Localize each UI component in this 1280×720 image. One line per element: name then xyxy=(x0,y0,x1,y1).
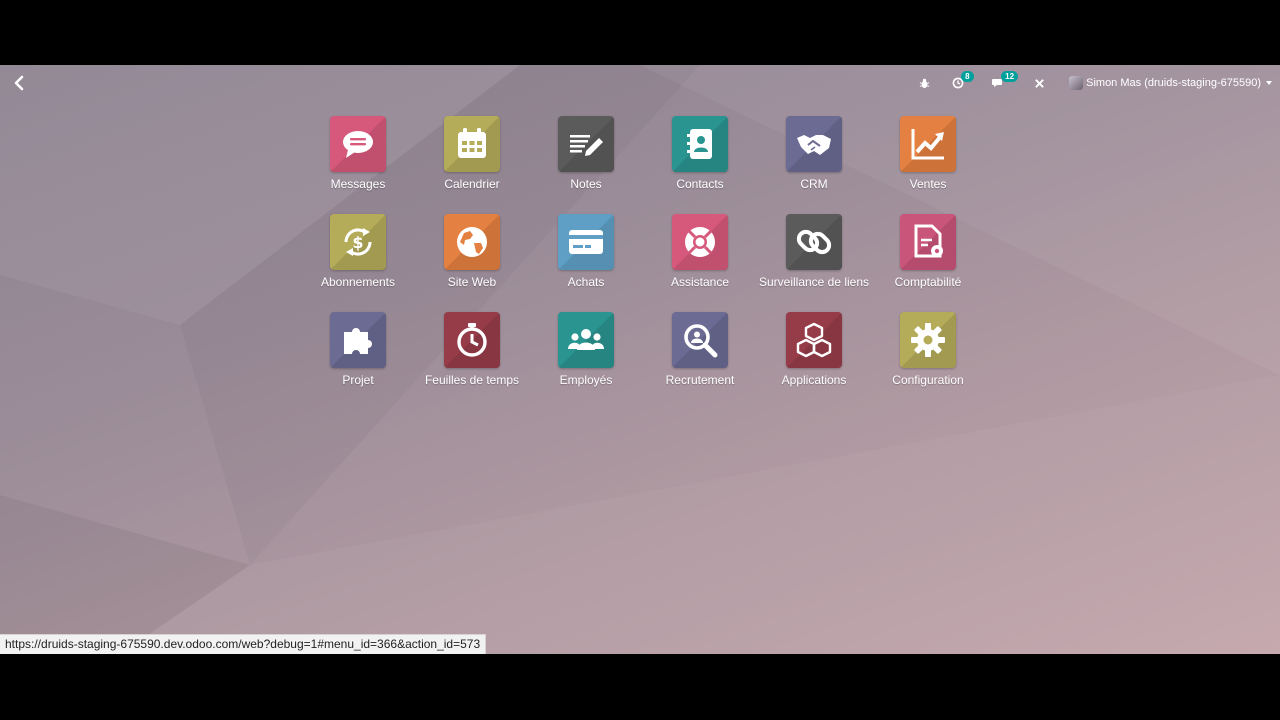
app-tile xyxy=(786,312,842,368)
app-tile xyxy=(672,116,728,172)
app-achats[interactable]: Achats xyxy=(529,214,643,304)
chat-bubble-icon xyxy=(343,131,373,158)
activity-menu[interactable]: 8 xyxy=(952,71,974,89)
app-tile xyxy=(672,214,728,270)
app-label: Contacts xyxy=(676,177,724,191)
app-projet[interactable]: Projet xyxy=(301,312,415,402)
app-comptabilite[interactable]: Comptabilité xyxy=(871,214,985,304)
calendar-icon xyxy=(458,128,486,158)
chevron-left-icon xyxy=(14,75,24,91)
cubes-icon xyxy=(796,322,832,358)
app-label: Ventes xyxy=(909,177,947,191)
messages-count-badge: 12 xyxy=(1001,71,1019,82)
app-tile xyxy=(900,116,956,172)
globe-icon xyxy=(457,227,487,257)
app-label: Applications xyxy=(781,373,847,387)
stopwatch-icon xyxy=(457,323,487,357)
avatar xyxy=(1069,76,1084,90)
app-label: Surveillance de liens xyxy=(758,275,870,289)
app-tile xyxy=(330,312,386,368)
lifebuoy-icon xyxy=(685,227,715,257)
app-label: CRM xyxy=(800,177,828,191)
svg-text:$: $ xyxy=(352,233,363,252)
app-tile xyxy=(900,312,956,368)
app-tile xyxy=(558,312,614,368)
systray: 8 12 Simon Mas (druids-staging-675590) xyxy=(919,65,1280,101)
app-recrutement[interactable]: Recrutement xyxy=(643,312,757,402)
app-tile xyxy=(558,116,614,172)
trend-chart-icon xyxy=(911,129,944,160)
app-tile: $ xyxy=(330,214,386,270)
user-name: Simon Mas (druids-staging-675590) xyxy=(1086,77,1261,89)
app-tile xyxy=(330,116,386,172)
app-tile xyxy=(900,214,956,270)
app-abonnements[interactable]: $ Abonnements xyxy=(301,214,415,304)
puzzle-icon xyxy=(344,328,372,354)
handshake-icon xyxy=(797,135,831,155)
app-messages[interactable]: Messages xyxy=(301,116,415,206)
app-ventes[interactable]: Ventes xyxy=(871,116,985,206)
contacts-book-icon xyxy=(687,129,712,159)
app-label: Notes xyxy=(570,177,602,191)
app-feuilles-de-temps[interactable]: Feuilles de temps xyxy=(415,312,529,402)
activity-count-badge: 8 xyxy=(961,71,974,82)
credit-card-icon xyxy=(569,230,603,254)
bug-icon xyxy=(919,78,930,88)
notes-icon xyxy=(570,135,603,156)
app-label: Comptabilité xyxy=(894,275,962,289)
app-tile xyxy=(558,214,614,270)
subscription-dollar-icon: $ xyxy=(344,228,372,256)
back-button[interactable] xyxy=(10,74,28,92)
debug-menu[interactable] xyxy=(919,78,930,89)
app-applications[interactable]: Applications xyxy=(757,312,871,402)
app-tile xyxy=(444,116,500,172)
app-tile xyxy=(672,312,728,368)
app-assistance[interactable]: Assistance xyxy=(643,214,757,304)
close-icon xyxy=(1035,78,1044,88)
app-tile xyxy=(444,312,500,368)
app-label: Assistance xyxy=(670,275,730,289)
app-label: Calendrier xyxy=(444,177,500,191)
app-employes[interactable]: Employés xyxy=(529,312,643,402)
app-configuration[interactable]: Configuration xyxy=(871,312,985,402)
app-label: Messages xyxy=(330,177,386,191)
app-label: Achats xyxy=(567,275,605,289)
app-tile xyxy=(786,116,842,172)
app-site-web[interactable]: Site Web xyxy=(415,214,529,304)
app-label: Abonnements xyxy=(320,275,396,289)
app-label: Site Web xyxy=(447,275,497,289)
status-bar-url: https://druids-staging-675590.dev.odoo.c… xyxy=(0,634,487,654)
caret-down-icon xyxy=(1266,81,1272,85)
user-menu[interactable]: Simon Mas (druids-staging-675590) xyxy=(1069,76,1272,90)
app-crm[interactable]: CRM xyxy=(757,116,871,206)
app-label: Employés xyxy=(559,373,613,387)
close-menu[interactable] xyxy=(1034,78,1045,89)
gear-icon xyxy=(911,323,945,357)
app-label: Feuilles de temps xyxy=(424,373,520,387)
magnifier-icon xyxy=(684,324,718,358)
app-calendrier[interactable]: Calendrier xyxy=(415,116,529,206)
top-bar: 8 12 Simon Mas (druids-staging-675590) xyxy=(0,65,1280,101)
messaging-menu[interactable]: 12 xyxy=(992,71,1019,89)
app-contacts[interactable]: Contacts xyxy=(643,116,757,206)
app-tile xyxy=(786,214,842,270)
app-tile xyxy=(444,214,500,270)
app-notes[interactable]: Notes xyxy=(529,116,643,206)
link-icon xyxy=(796,229,832,255)
app-surveillance-de-liens[interactable]: Surveillance de liens xyxy=(757,214,871,304)
invoice-gear-icon xyxy=(914,224,943,258)
app-label: Projet xyxy=(342,373,374,387)
team-icon xyxy=(568,329,604,350)
app-label: Configuration xyxy=(892,373,964,387)
app-label: Recrutement xyxy=(665,373,735,387)
